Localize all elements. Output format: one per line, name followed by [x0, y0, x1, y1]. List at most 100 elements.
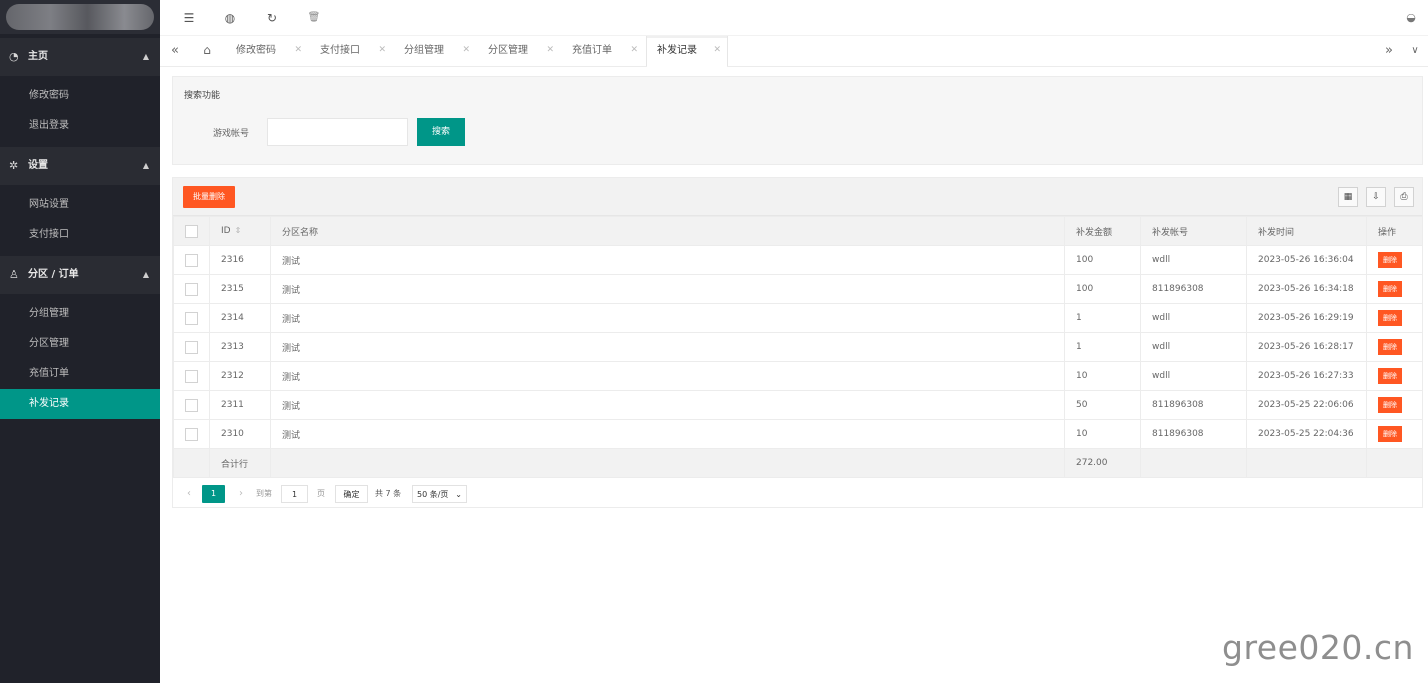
header-checkbox-cell — [173, 216, 210, 246]
home-icon[interactable]: ⌂ — [194, 36, 220, 66]
row-checkbox[interactable] — [185, 398, 198, 412]
cell-time: 2023-05-26 16:34:18 — [1246, 274, 1367, 304]
sidebar: ◔ 主页 ▲ 修改密码 退出登录 ✲ 设置 ▲ 网站设置 支付接口 ♙ 分区 /… — [0, 0, 160, 683]
cell-id: 2316 — [209, 245, 271, 275]
goto-page-input[interactable]: 1 — [281, 485, 308, 503]
close-icon[interactable]: ✕ — [630, 36, 638, 65]
search-button[interactable]: 搜索 — [417, 118, 465, 146]
next-page-icon[interactable]: › — [235, 485, 247, 503]
cell-amount: 10 — [1064, 361, 1141, 391]
row-checkbox[interactable] — [185, 427, 198, 441]
summary-empty-cell — [270, 448, 1065, 478]
row-checkbox[interactable] — [185, 311, 198, 325]
select-all-checkbox[interactable] — [185, 224, 198, 238]
tab-payment[interactable]: 支付接口 ✕ — [310, 36, 392, 66]
header-id[interactable]: ID ⇕ — [209, 216, 271, 246]
tab-reissue-records[interactable]: 补发记录 ✕ — [646, 36, 728, 67]
tab-bar: « ⌂ 修改密码 ✕ 支付接口 ✕ 分组管理 ✕ 分区管理 ✕ 充值订单 ✕ 补发记录 ✕ … — [160, 36, 1428, 67]
refresh-icon[interactable]: ↻ — [261, 0, 283, 36]
cell-action: 删除 — [1366, 419, 1423, 449]
cell-account: wdll — [1140, 332, 1247, 362]
sidebar-item-site-settings[interactable]: 网站设置 — [0, 190, 160, 220]
row-checkbox[interactable] — [185, 340, 198, 354]
cell-id: 2315 — [209, 274, 271, 304]
tab-change-password[interactable]: 修改密码 ✕ — [226, 36, 308, 66]
account-input[interactable] — [267, 118, 408, 146]
tab-recharge-orders[interactable]: 充值订单 ✕ — [562, 36, 644, 66]
prev-page-icon[interactable]: ‹ — [183, 485, 195, 503]
close-icon[interactable]: ✕ — [462, 36, 470, 65]
tabs-scroll-left-icon[interactable]: « — [162, 36, 188, 66]
delete-button[interactable]: 删除 — [1378, 426, 1402, 442]
delete-button[interactable]: 删除 — [1378, 339, 1402, 355]
cell-id: 2311 — [209, 390, 271, 420]
header-action: 操作 — [1366, 216, 1423, 246]
close-icon[interactable]: ✕ — [378, 36, 386, 65]
close-icon[interactable]: ✕ — [713, 36, 721, 65]
sidebar-item-recharge-orders[interactable]: 充值订单 — [0, 359, 160, 389]
caret-up-icon: ▲ — [142, 161, 149, 170]
columns-icon[interactable]: ▦ — [1338, 187, 1358, 207]
sidebar-item-change-password[interactable]: 修改密码 — [0, 81, 160, 111]
delete-button[interactable]: 删除 — [1378, 252, 1402, 268]
table-row: 2312 测试 10 wdll 2023-05-26 16:27:33 删除 — [173, 361, 1423, 391]
sidebar-item-zone-mgmt[interactable]: 分区管理 — [0, 329, 160, 359]
sidebar-section-settings[interactable]: ✲ 设置 ▲ — [0, 147, 160, 185]
cell-time: 2023-05-26 16:29:19 — [1246, 303, 1367, 333]
sort-icon[interactable]: ⇕ — [235, 226, 242, 235]
header-account: 补发帐号 — [1140, 216, 1247, 246]
cell-account: wdll — [1140, 361, 1247, 391]
page-label: 页 — [317, 489, 325, 498]
header-zone: 分区名称 — [270, 216, 1065, 246]
sidebar-section-zone-orders[interactable]: ♙ 分区 / 订单 ▲ — [0, 256, 160, 294]
goto-label: 到第 — [256, 489, 272, 498]
delete-button[interactable]: 删除 — [1378, 281, 1402, 297]
cell-account: 811896308 — [1140, 274, 1247, 304]
sidebar-item-reissue-records[interactable]: 补发记录 — [0, 389, 160, 419]
cell-zone: 测试 — [270, 419, 1065, 449]
trash-icon[interactable]: 🗑 — [303, 0, 325, 36]
row-checkbox-cell — [173, 303, 210, 333]
sidebar-item-group-mgmt[interactable]: 分组管理 — [0, 299, 160, 329]
tabs-scroll-right-icon[interactable]: » — [1376, 36, 1402, 66]
tab-zone-mgmt[interactable]: 分区管理 ✕ — [478, 36, 560, 66]
tab-label: 支付接口 — [320, 45, 360, 56]
close-icon[interactable]: ✕ — [294, 36, 302, 65]
summary-empty-cell — [1246, 448, 1367, 478]
cell-zone: 测试 — [270, 274, 1065, 304]
chevron-down-icon[interactable]: ∨ — [1402, 36, 1428, 66]
summary-label: 合计行 — [209, 448, 271, 478]
sidebar-section-label: 主页 — [28, 51, 48, 62]
delete-button[interactable]: 删除 — [1378, 397, 1402, 413]
page-size-select[interactable]: 50 条/页 ⌄ — [412, 485, 467, 503]
delete-button[interactable]: 删除 — [1378, 368, 1402, 384]
row-checkbox[interactable] — [185, 282, 198, 296]
cell-action: 删除 — [1366, 361, 1423, 391]
export-icon[interactable]: ⇩ — [1366, 187, 1386, 207]
table-row: 2311 测试 50 811896308 2023-05-25 22:06:06 删除 — [173, 390, 1423, 420]
row-checkbox[interactable] — [185, 253, 198, 267]
row-checkbox-cell — [173, 361, 210, 391]
tab-group-mgmt[interactable]: 分组管理 ✕ — [394, 36, 476, 66]
close-icon[interactable]: ✕ — [546, 36, 554, 65]
menu-fold-icon[interactable]: ☰ — [178, 0, 200, 36]
row-checkbox[interactable] — [185, 369, 198, 383]
print-icon[interactable]: ⎙ — [1394, 187, 1414, 207]
delete-button[interactable]: 删除 — [1378, 310, 1402, 326]
tab-label: 补发记录 — [657, 45, 697, 56]
cell-zone: 测试 — [270, 303, 1065, 333]
sidebar-item-payment[interactable]: 支付接口 — [0, 220, 160, 250]
tab-label: 修改密码 — [236, 45, 276, 56]
sidebar-item-logout[interactable]: 退出登录 — [0, 111, 160, 141]
globe-icon[interactable]: ◍ — [219, 0, 241, 36]
current-page[interactable]: 1 — [202, 485, 225, 503]
summary-empty-cell — [1140, 448, 1247, 478]
theme-icon[interactable]: ◒ — [1400, 0, 1422, 36]
logo — [0, 0, 160, 34]
gear-icon: ✲ — [9, 159, 19, 172]
cell-zone: 测试 — [270, 361, 1065, 391]
header-amount: 补发金额 — [1064, 216, 1141, 246]
goto-confirm-button[interactable]: 确定 — [335, 485, 368, 503]
sidebar-section-home[interactable]: ◔ 主页 ▲ — [0, 38, 160, 76]
batch-delete-button[interactable]: 批量删除 — [183, 186, 235, 208]
